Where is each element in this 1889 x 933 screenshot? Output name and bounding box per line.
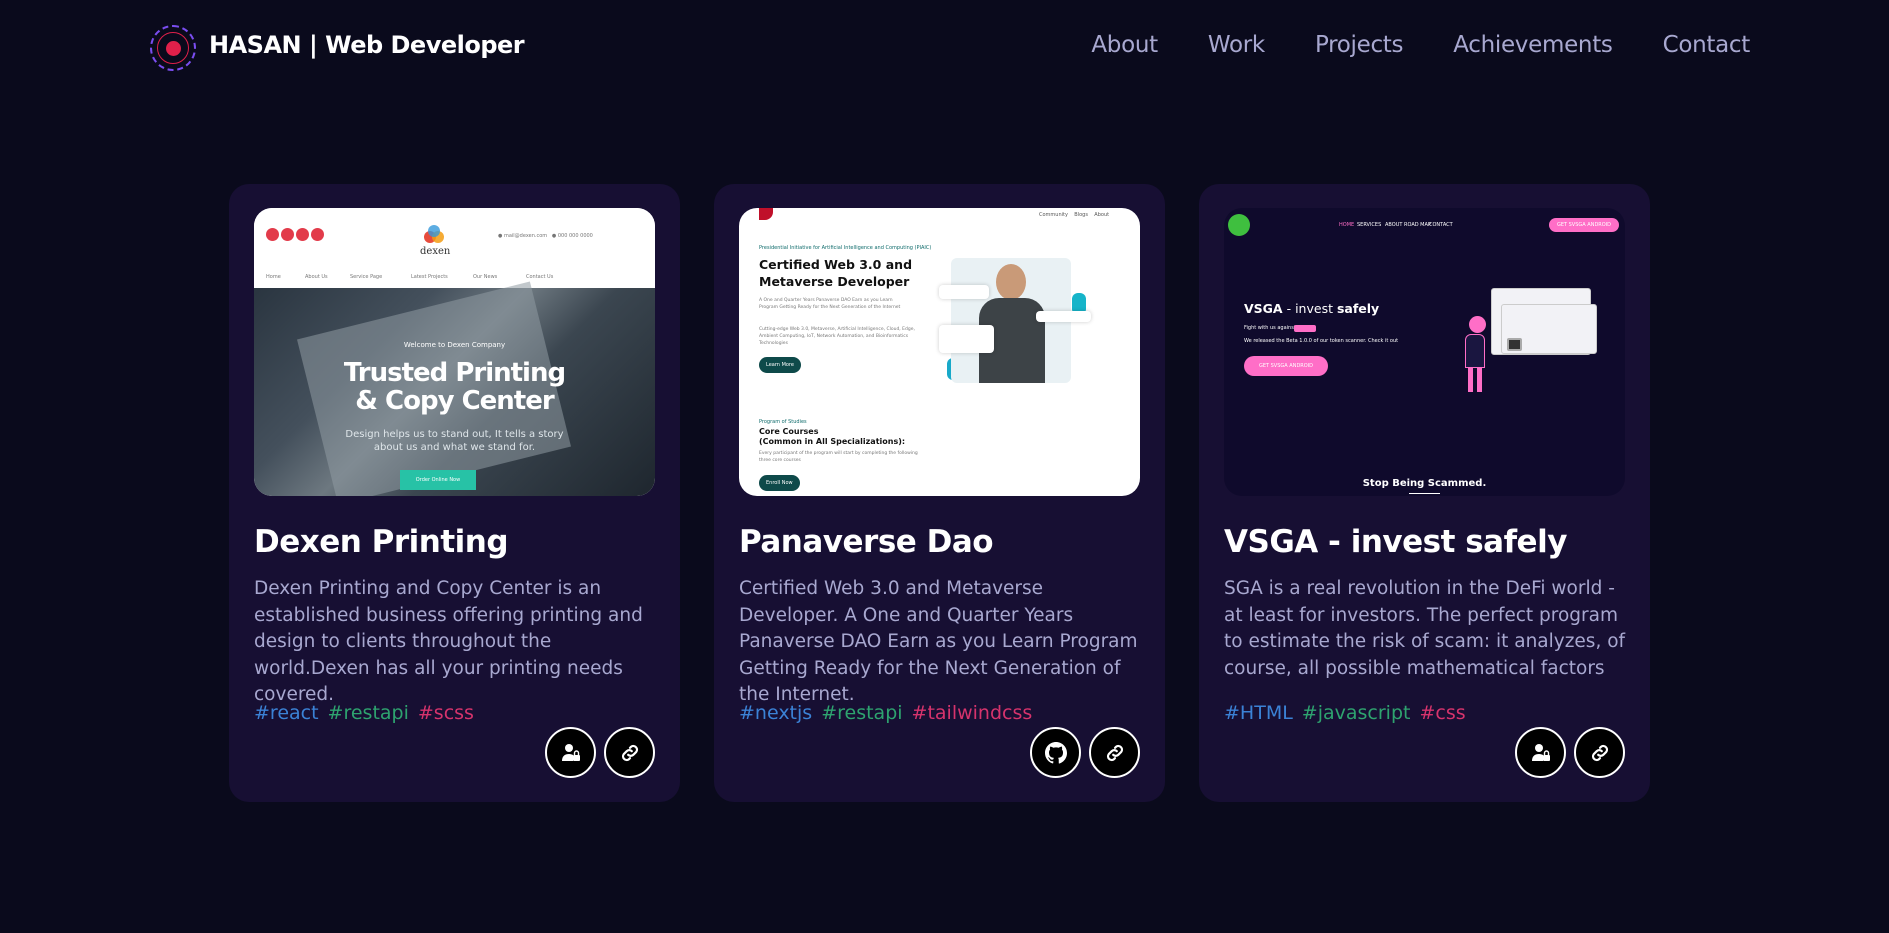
nav-menu: About Work Projects Achievements Contact [1041, 32, 1750, 58]
tag: #restapi [821, 702, 903, 724]
project-title: Panaverse Dao [739, 524, 994, 560]
tag: #nextjs [739, 702, 813, 724]
live-link-button[interactable] [604, 727, 655, 778]
project-card-vsga: HOME SERVICES ABOUT ROAD MAP CONTACT GET… [1199, 184, 1650, 802]
tag: #javascript [1301, 702, 1411, 724]
project-preview-image[interactable]: HOME SERVICES ABOUT ROAD MAP CONTACT GET… [1224, 208, 1625, 496]
site-brand[interactable]: HASAN | Web Developer [209, 31, 525, 59]
user-lock-icon [561, 743, 580, 761]
project-card-panaverse: Community Blogs About Presidential Initi… [714, 184, 1165, 802]
tag: #tailwindcss [911, 702, 1033, 724]
project-preview-image[interactable]: dexen ● mail@dexen.com ● 000 000 0000 Ho… [254, 208, 655, 496]
tag: #css [1419, 702, 1466, 724]
link-icon [1591, 744, 1608, 761]
live-link-button[interactable] [1574, 727, 1625, 778]
project-description: Certified Web 3.0 and Metaverse Develope… [739, 578, 1138, 705]
user-lock-button[interactable] [545, 727, 596, 778]
tag: #HTML [1224, 702, 1293, 724]
project-tags: #nextjs #restapi #tailwindcss [739, 702, 1041, 724]
project-description: SGA is a real revolution in the DeFi wor… [1224, 578, 1626, 679]
nav-link-work[interactable]: Work [1208, 32, 1265, 58]
github-button[interactable] [1030, 727, 1081, 778]
logo-icon[interactable] [150, 25, 196, 71]
tag: #scss [417, 702, 474, 724]
link-icon [1106, 744, 1123, 761]
project-tags: #react #restapi #scss [254, 702, 483, 724]
link-icon [621, 744, 638, 761]
nav-link-contact[interactable]: Contact [1663, 32, 1751, 58]
github-icon [1044, 741, 1067, 764]
project-preview-image[interactable]: Community Blogs About Presidential Initi… [739, 208, 1140, 496]
user-lock-icon [1531, 743, 1550, 761]
tag: #react [254, 702, 319, 724]
user-lock-button[interactable] [1515, 727, 1566, 778]
project-card-dexen: dexen ● mail@dexen.com ● 000 000 0000 Ho… [229, 184, 680, 802]
nav-link-achievements[interactable]: Achievements [1453, 32, 1613, 58]
project-description: Dexen Printing and Copy Center is an est… [254, 578, 643, 705]
nav-link-projects[interactable]: Projects [1315, 32, 1404, 58]
project-title: Dexen Printing [254, 524, 509, 560]
tag: #restapi [327, 702, 409, 724]
nav-link-about[interactable]: About [1091, 32, 1158, 58]
top-nav: HASAN | Web Developer About Work Project… [0, 0, 1889, 96]
project-tags: #HTML #javascript #css [1224, 702, 1475, 724]
live-link-button[interactable] [1089, 727, 1140, 778]
project-title: VSGA - invest safely [1224, 524, 1567, 560]
